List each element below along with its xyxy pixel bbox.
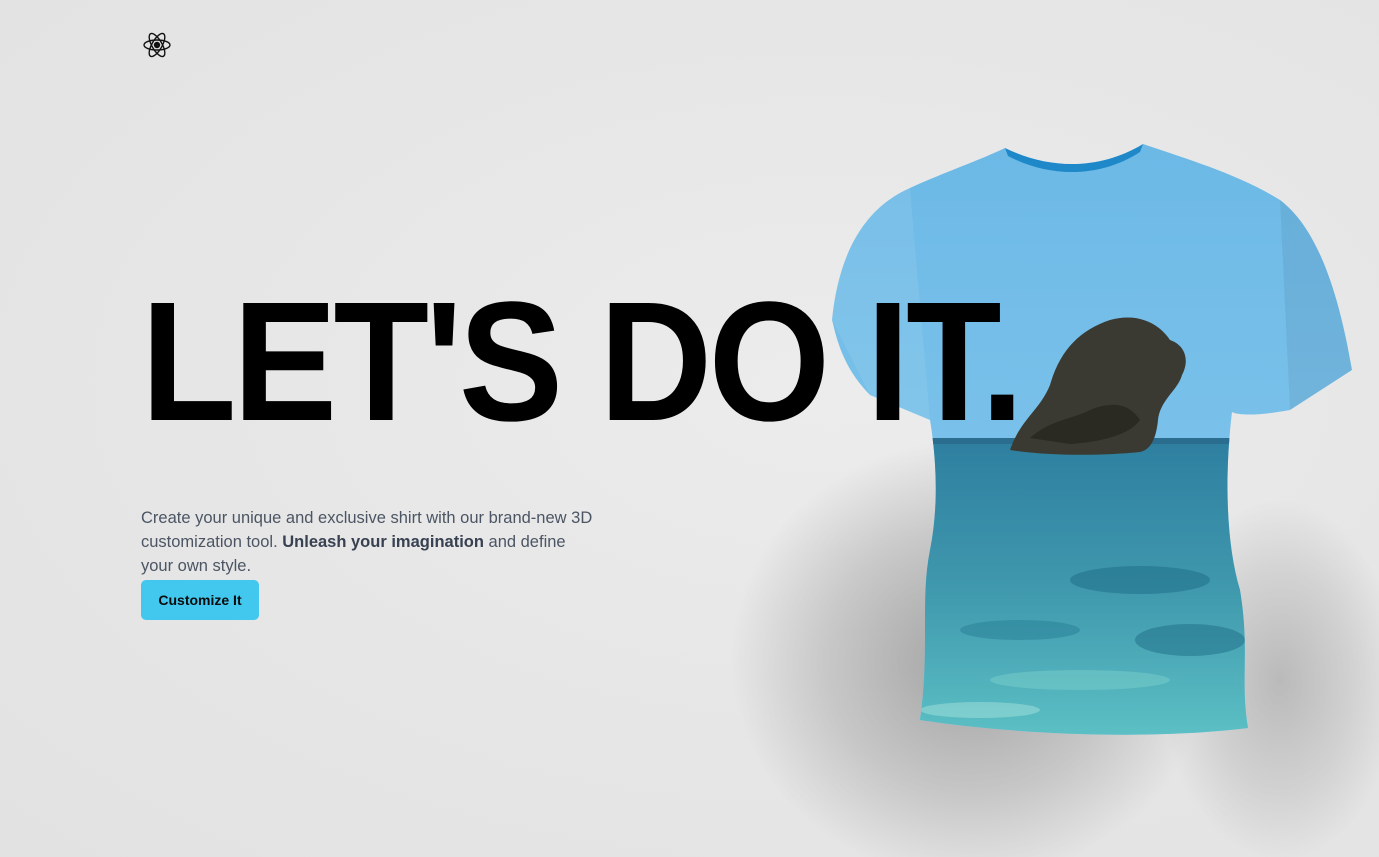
- description-emphasis: Unleash your imagination: [282, 532, 484, 551]
- hero-title: LET'S DO IT.: [141, 267, 1024, 457]
- hero-description: Create your unique and exclusive shirt w…: [141, 506, 601, 578]
- customize-it-button[interactable]: Customize It: [141, 580, 259, 620]
- atom-logo-icon[interactable]: [141, 29, 173, 61]
- tshirt-3d-preview[interactable]: [720, 120, 1379, 857]
- hero-section: LET'S DO IT.: [141, 267, 1061, 457]
